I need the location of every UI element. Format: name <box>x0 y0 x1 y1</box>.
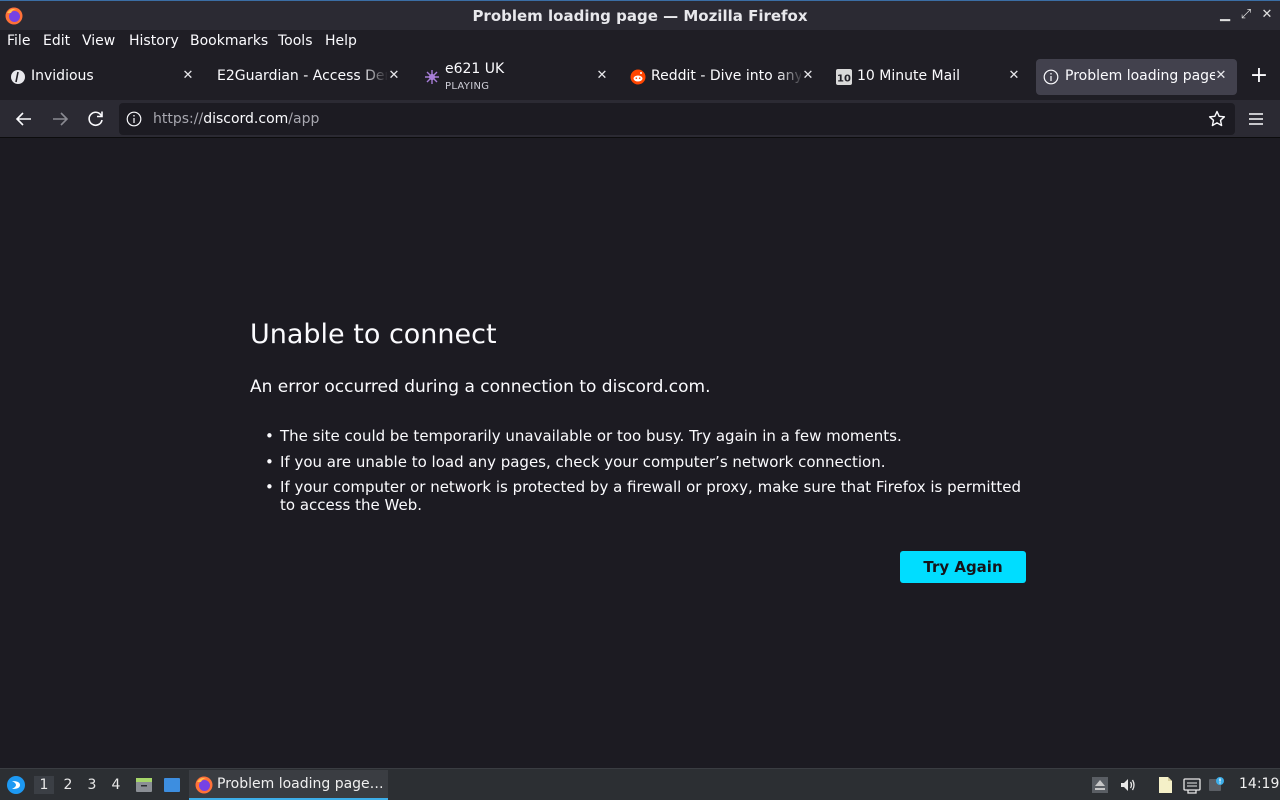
hamburger-menu-icon[interactable] <box>1246 109 1266 129</box>
close-tab-icon[interactable]: ✕ <box>594 68 610 84</box>
try-again-button[interactable]: Try Again <box>900 551 1026 583</box>
close-tab-icon[interactable]: ✕ <box>180 68 196 84</box>
invidious-icon <box>11 70 25 84</box>
10-minute-mail-icon: 10 <box>836 69 852 85</box>
bookmark-star-icon[interactable] <box>1208 110 1226 128</box>
menu-help[interactable]: Help <box>325 33 357 49</box>
maximize-button[interactable]: ⤢ <box>1237 6 1255 24</box>
tab-problem-loading-page[interactable]: Problem loading page ✕ <box>1036 59 1237 95</box>
tab-label: e621 UK <box>445 61 505 77</box>
url-path: /app <box>288 111 320 127</box>
clipboard-icon[interactable] <box>1156 776 1174 794</box>
eject-icon[interactable] <box>1091 776 1109 794</box>
menu-bar: File Edit View History Bookmarks Tools H… <box>0 30 1280 54</box>
info-icon <box>1043 69 1059 85</box>
close-tab-icon[interactable]: ✕ <box>800 68 816 84</box>
tab-label: Invidious <box>31 68 94 84</box>
workspace-2[interactable]: 2 <box>58 776 78 794</box>
error-suggestions-list: The site could be temporarily unavailabl… <box>265 427 1040 522</box>
task-label: Problem loading page… <box>217 776 384 792</box>
window-title: Problem loading page — Mozilla Firefox <box>472 7 808 25</box>
firefox-logo-icon <box>195 776 213 794</box>
workspace-4[interactable]: 4 <box>106 776 126 794</box>
navigation-toolbar: https://discord.com/app <box>0 100 1280 138</box>
back-button[interactable] <box>13 108 35 130</box>
workspace-3[interactable]: 3 <box>82 776 102 794</box>
clock: 14:19 <box>1239 776 1280 792</box>
tab-strip: Invidious ✕ E2Guardian - Access Deni ✕ e… <box>0 54 1280 100</box>
window-titlebar: Problem loading page — Mozilla Firefox ▁… <box>0 0 1280 30</box>
e621-icon <box>425 70 439 84</box>
app-launcher-icon[interactable] <box>6 775 26 795</box>
tab-label: 10 Minute Mail <box>857 68 960 84</box>
volume-icon[interactable] <box>1119 776 1137 794</box>
file-manager-icon[interactable] <box>135 776 153 794</box>
taskbar-firefox-task[interactable]: Problem loading page… <box>189 770 388 800</box>
list-item: If you are unable to load any pages, che… <box>265 453 1040 471</box>
menu-file[interactable]: File <box>7 33 30 49</box>
close-window-button[interactable]: ✕ <box>1258 6 1276 24</box>
taskbar: 1 2 3 4 Problem loading page… 14:19 <box>0 768 1280 800</box>
list-item: If your computer or network is protected… <box>265 478 1040 514</box>
menu-history[interactable]: History <box>129 33 179 49</box>
minimize-button[interactable]: ▁ <box>1216 6 1234 24</box>
menu-view[interactable]: View <box>82 33 115 49</box>
close-tab-icon[interactable]: ✕ <box>1006 68 1022 84</box>
tab-reddit[interactable]: Reddit - Dive into anyt ✕ <box>620 59 826 95</box>
updates-icon[interactable] <box>1208 776 1226 794</box>
desktop-icon[interactable] <box>163 776 181 794</box>
url-bar[interactable]: https://discord.com/app <box>119 103 1235 135</box>
close-tab-icon[interactable]: ✕ <box>386 68 402 84</box>
list-item: The site could be temporarily unavailabl… <box>265 427 1040 445</box>
error-description: An error occurred during a connection to… <box>250 377 711 397</box>
menu-edit[interactable]: Edit <box>43 33 70 49</box>
site-info-icon[interactable] <box>126 111 142 127</box>
tab-label: Problem loading page <box>1065 68 1215 84</box>
url-scheme: https:// <box>153 111 204 127</box>
close-tab-icon[interactable]: ✕ <box>1213 68 1229 84</box>
error-title: Unable to connect <box>250 319 497 350</box>
network-icon[interactable] <box>1183 776 1201 794</box>
menu-tools[interactable]: Tools <box>278 33 313 49</box>
tab-e2guardian[interactable]: E2Guardian - Access Deni ✕ <box>204 59 412 95</box>
reload-button[interactable] <box>85 108 107 130</box>
page-content: Unable to connect An error occurred duri… <box>0 139 1280 768</box>
tab-invidious[interactable]: Invidious ✕ <box>0 59 204 95</box>
menu-bookmarks[interactable]: Bookmarks <box>190 33 268 49</box>
tab-fade <box>362 59 388 95</box>
tab-e621[interactable]: e621 UK PLAYING ✕ <box>414 59 620 95</box>
url-host: discord.com <box>203 111 289 127</box>
url-text[interactable]: https://discord.com/app <box>153 111 319 127</box>
forward-button[interactable] <box>49 108 71 130</box>
new-tab-button[interactable]: + <box>1249 65 1269 87</box>
tab-10-minute-mail[interactable]: 10 10 Minute Mail ✕ <box>826 59 1032 95</box>
workspace-1[interactable]: 1 <box>34 776 54 794</box>
svg-text:10: 10 <box>837 74 851 85</box>
reddit-icon <box>630 69 646 85</box>
tab-playing-label: PLAYING <box>445 81 490 92</box>
